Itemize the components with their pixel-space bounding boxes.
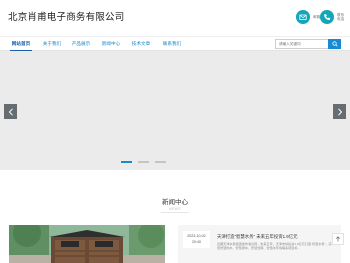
back-to-top-button[interactable] <box>332 233 344 245</box>
site-title: 北京肖甫电子商务有限公司 <box>8 12 125 23</box>
header: 北京肖甫电子商务有限公司 邮箱 联系电话 <box>0 0 350 36</box>
news-section-subtitle: NEWS <box>169 207 181 211</box>
search-icon <box>331 41 338 47</box>
slider-dot[interactable] <box>121 161 132 163</box>
phone-icon <box>320 10 334 24</box>
section-divider <box>161 212 189 213</box>
nav-item-products[interactable]: 产品展示 <box>67 37 95 51</box>
slider-next-button[interactable] <box>333 104 346 119</box>
news-date: 2023-10-02 20:40 <box>183 231 210 248</box>
nav-item-news[interactable]: 新闻中心 <box>97 37 125 51</box>
news-headline[interactable]: 天津打造“智慧水务” 未来五年投资1.9亿元 <box>217 234 298 240</box>
chevron-left-icon <box>8 107 13 116</box>
phone-label: 联系电话 <box>337 12 345 21</box>
news-date-time: 20:40 <box>192 240 201 244</box>
news-date-day: 2023-10-02 <box>187 234 206 238</box>
nav-item-articles[interactable]: 技术文章 <box>127 37 155 51</box>
banner-slider <box>0 51 350 170</box>
news-photo[interactable] <box>9 225 165 263</box>
slider-dot[interactable] <box>155 161 166 163</box>
page: 北京肖甫电子商务有限公司 邮箱 联系电话 网站首页 关于我们 产品展示 新闻中心… <box>0 0 350 263</box>
slider-dot[interactable] <box>138 161 149 163</box>
nav-item-about[interactable]: 关于我们 <box>38 37 66 51</box>
mail-icon <box>296 10 310 24</box>
search-input[interactable] <box>275 39 328 49</box>
news-excerpt: 近期天津水务集团发布消息称，未来五年，天津市将投资1.9亿元打造“智慧水务”，实… <box>217 242 332 251</box>
main-nav: 网站首页 关于我们 产品展示 新闻中心 技术文章 联系我们 <box>0 36 350 51</box>
slider-dots <box>121 161 166 163</box>
phone-contact[interactable]: 联系电话 <box>320 10 345 24</box>
news-section-title: 新闻中心 <box>162 199 188 206</box>
search-box <box>275 39 341 49</box>
mail-contact[interactable]: 邮箱 <box>296 10 321 24</box>
search-button[interactable] <box>328 39 341 49</box>
nav-item-home[interactable]: 网站首页 <box>7 37 35 51</box>
nav-item-contact[interactable]: 联系我们 <box>158 37 186 51</box>
featured-news-card[interactable]: 2023-10-02 20:40 天津打造“智慧水务” 未来五年投资1.9亿元 … <box>178 225 341 263</box>
arrow-up-icon <box>335 236 341 242</box>
slider-prev-button[interactable] <box>4 104 17 119</box>
chevron-right-icon <box>337 107 342 116</box>
